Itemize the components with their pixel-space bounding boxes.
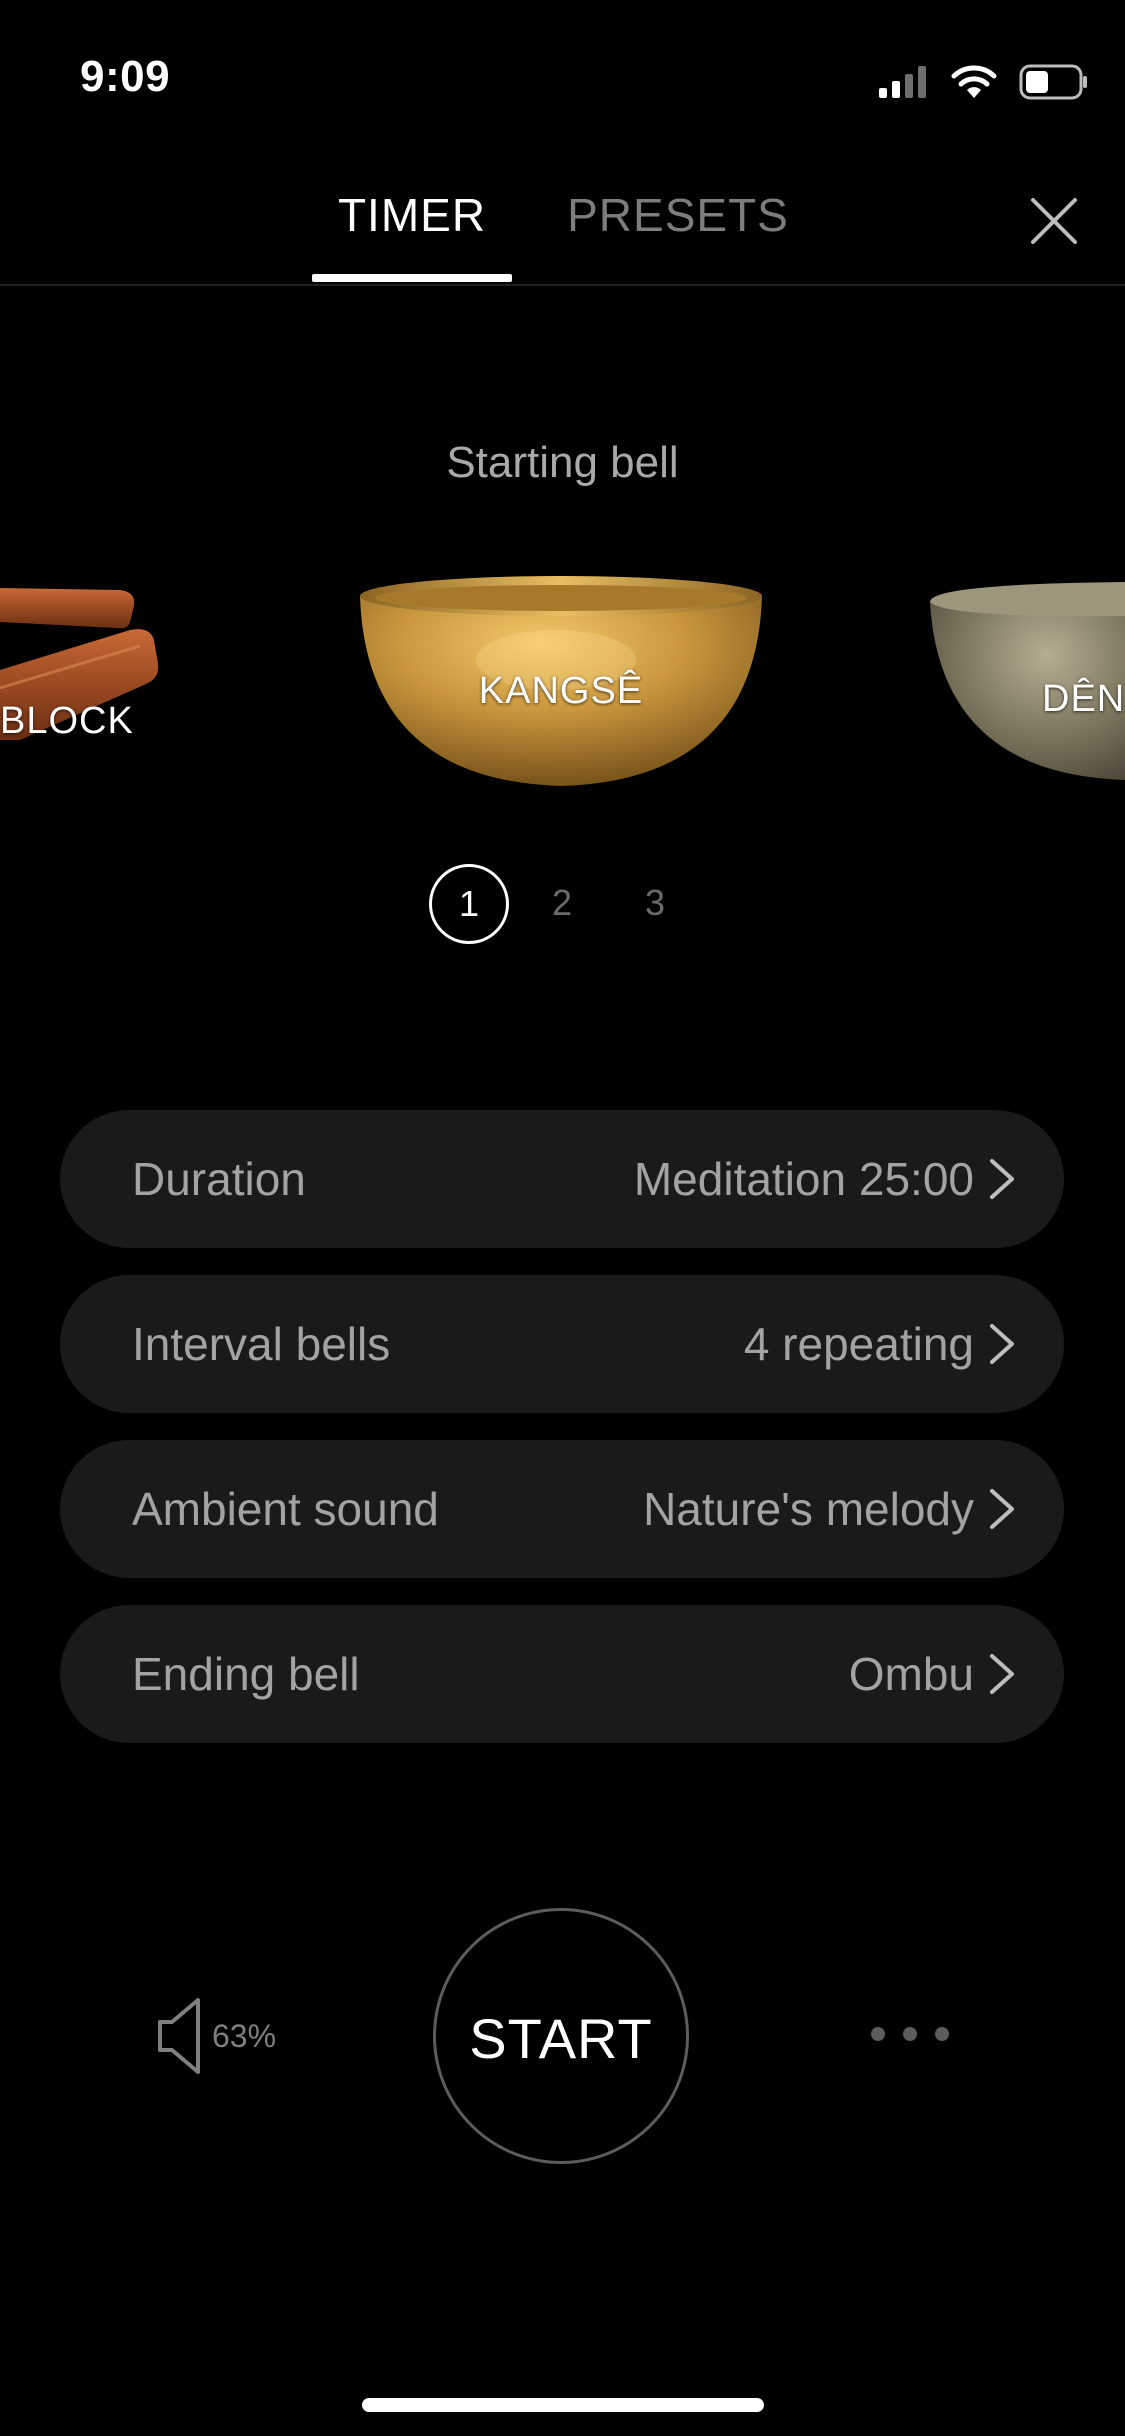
- page-2-button[interactable]: 2: [523, 864, 601, 942]
- close-icon: [1031, 198, 1077, 244]
- page-1-button[interactable]: 1: [429, 864, 509, 944]
- bell-label-kangse: KANGSÊ: [478, 670, 644, 712]
- ambient-sound-row[interactable]: Ambient sound Nature's melody: [60, 1440, 1064, 1578]
- bell-den[interactable]: DÊN: [926, 574, 1125, 800]
- bell-kangse[interactable]: KANGSÊ: [356, 570, 766, 800]
- setting-label: Ending bell: [132, 1648, 360, 1700]
- tab-bar: TIMER PRESETS: [0, 160, 1125, 286]
- chevron-right-icon: [990, 1324, 1014, 1364]
- chevron-right-icon: [990, 1489, 1014, 1529]
- setting-value: Nature's melody: [643, 1483, 974, 1535]
- volume-button[interactable]: 63%: [156, 1996, 276, 2076]
- setting-value: Meditation 25:00: [633, 1153, 974, 1205]
- setting-label: Interval bells: [132, 1318, 391, 1370]
- bell-pagination: 1 2 3: [0, 864, 1125, 946]
- wood-block-image: [0, 588, 159, 740]
- setting-label: Duration: [132, 1153, 306, 1205]
- speaker-icon: [158, 1998, 200, 2074]
- setting-value: 4 repeating: [743, 1318, 974, 1370]
- more-options-button[interactable]: [860, 2014, 960, 2054]
- starting-bell-label: Starting bell: [446, 438, 679, 487]
- status-icons: [879, 60, 1089, 104]
- page-3-button[interactable]: 3: [616, 864, 694, 942]
- more-icon: [871, 2027, 949, 2041]
- volume-level: 63%: [212, 2017, 277, 2054]
- start-button[interactable]: START: [433, 1908, 689, 2164]
- battery-icon: [1019, 64, 1087, 100]
- tab-timer[interactable]: TIMER: [312, 188, 512, 242]
- interval-bells-row[interactable]: Interval bells 4 repeating: [60, 1275, 1064, 1413]
- home-indicator[interactable]: [362, 2398, 764, 2412]
- chevron-right-icon: [990, 1654, 1014, 1694]
- bell-carousel[interactable]: BLOCK KANGSÊ DÊN: [0, 540, 1125, 800]
- ending-bell-row[interactable]: Ending bell Ombu: [60, 1605, 1064, 1743]
- bell-label-den: DÊN: [1042, 678, 1125, 720]
- chevron-right-icon: [990, 1159, 1014, 1199]
- close-button[interactable]: [1019, 186, 1089, 256]
- setting-value: Ombu: [848, 1648, 974, 1700]
- status-time: 9:09: [80, 52, 171, 101]
- status-bar: 9:09: [0, 0, 1125, 150]
- active-tab-indicator: [312, 274, 512, 282]
- duration-row[interactable]: Duration Meditation 25:00: [60, 1110, 1064, 1248]
- signal-icon: [879, 66, 926, 98]
- bell-block[interactable]: BLOCK: [0, 580, 170, 780]
- tab-presets[interactable]: PRESETS: [560, 188, 796, 242]
- bell-label-block: BLOCK: [0, 700, 134, 742]
- setting-label: Ambient sound: [132, 1483, 439, 1535]
- wifi-icon: [951, 65, 997, 98]
